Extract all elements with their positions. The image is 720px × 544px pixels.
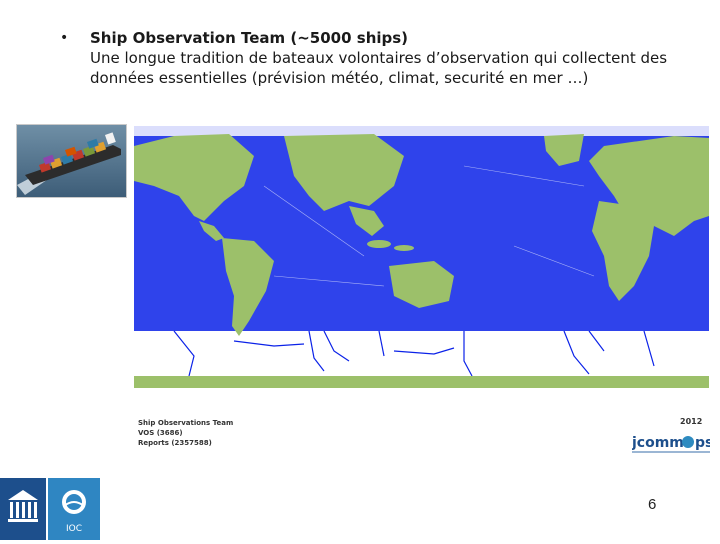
map-caption-line-2: VOS (3686) [138, 429, 183, 437]
slide-body-line-2: données essentielles (prévision météo, c… [90, 69, 589, 87]
footer-logos: IOC [0, 478, 100, 540]
slide-body-line-1: Une longue tradition de bateaux volontai… [90, 49, 668, 67]
world-map-ship-tracks [134, 126, 709, 388]
jcommops-logo-text-1: jcomm [632, 435, 684, 451]
slide-text-block: Ship Observation Team (~5000 ships) Une … [90, 28, 690, 88]
ioc-logo: IOC [48, 478, 100, 540]
jcommops-logo-text-2: ps [695, 435, 710, 451]
map-caption: Ship Observations Team VOS (3686) Report… [138, 418, 238, 448]
map-year: 2012 [680, 417, 703, 426]
map-caption-line-1: Ship Observations Team [138, 419, 234, 427]
page-number: 6 [648, 496, 657, 513]
slide-heading: Ship Observation Team (~5000 ships) [90, 29, 409, 47]
ioc-logo-text: IOC [66, 524, 82, 534]
jcommops-logo: jcomm ps [631, 431, 713, 455]
container-ship-photo [16, 124, 127, 198]
bullet-marker: • [60, 30, 69, 46]
unesco-logo [0, 478, 46, 540]
map-caption-line-3: Reports (2357588) [138, 439, 212, 447]
